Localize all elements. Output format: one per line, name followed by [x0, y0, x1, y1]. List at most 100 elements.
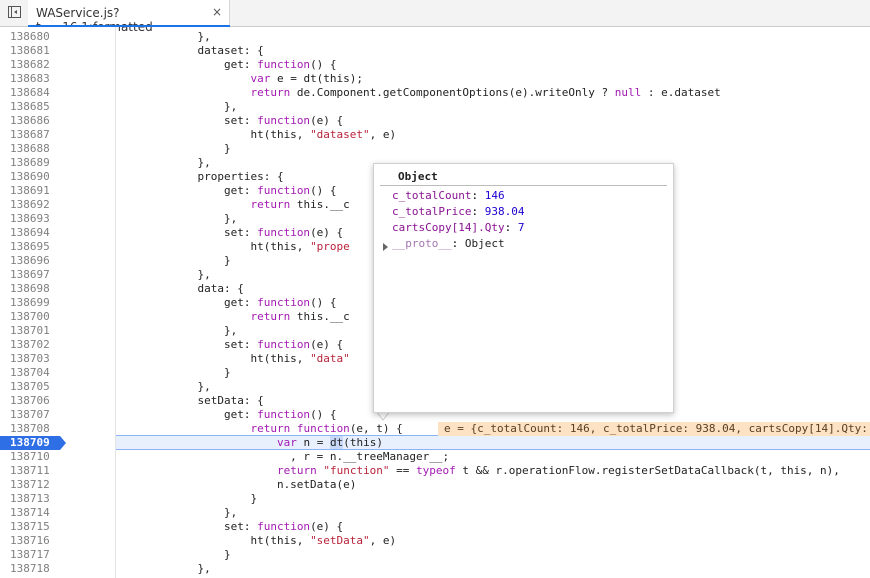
line-number[interactable]: 138692 — [10, 198, 50, 212]
line-number[interactable]: 138681 — [10, 44, 50, 58]
popover-divider — [380, 185, 667, 186]
line-number[interactable]: 138696 — [10, 254, 50, 268]
line-number[interactable]: 138691 — [10, 184, 50, 198]
inline-variable-value: e = {c_totalCount: 146, c_totalPrice: 93… — [438, 422, 870, 436]
code-line: set: function(e) { — [118, 226, 344, 239]
toggle-navigator-icon[interactable] — [8, 6, 21, 18]
property-key: cartsCopy[14].Qty — [392, 221, 505, 234]
line-number[interactable]: 138712 — [10, 478, 50, 492]
line-number[interactable]: 138697 — [10, 268, 50, 282]
code-line: return "function" == typeof t && r.opera… — [276, 464, 840, 477]
code-line: ht(this, "prope — [118, 240, 350, 253]
line-number[interactable]: 138690 — [10, 170, 50, 184]
line-number[interactable]: 138703 — [10, 352, 50, 366]
code-line: } — [118, 548, 231, 561]
line-number[interactable]: 138701 — [10, 324, 50, 338]
code-line: data: { — [118, 282, 244, 295]
line-number[interactable]: 138688 — [10, 142, 50, 156]
property-value: 7 — [517, 221, 525, 234]
object-preview-popover: Object c_totalCount: 146 c_totalPrice: 9… — [373, 163, 674, 413]
line-number[interactable]: 138713 — [10, 492, 50, 506]
code-line: var e = dt(this); — [250, 72, 364, 85]
line-number[interactable]: 138717 — [10, 548, 50, 562]
code-line: }, — [118, 380, 211, 393]
line-number[interactable]: 138682 — [10, 58, 50, 72]
property-key: c_totalPrice — [392, 205, 472, 218]
proto-value: Object — [464, 237, 505, 250]
code-line: } — [118, 254, 231, 267]
property-key: c_totalCount — [392, 189, 472, 202]
code-line: set: function(e) { — [118, 338, 344, 351]
line-number[interactable]: 138680 — [10, 30, 50, 44]
code-line: return this.__c — [250, 198, 350, 211]
line-number[interactable]: 138700 — [10, 310, 50, 324]
code-line: }, — [118, 562, 211, 575]
code-line: dataset: { — [118, 44, 264, 57]
code-line: var n = dt(this) — [276, 436, 383, 449]
code-line: } — [118, 492, 258, 505]
code-line: return this.__c — [250, 310, 350, 323]
close-tab-icon[interactable]: × — [212, 5, 222, 19]
code-line: get: function() { — [118, 296, 337, 309]
active-line-number[interactable]: 138709 — [0, 436, 66, 450]
property-row[interactable]: c_totalCount: 146 — [392, 189, 505, 203]
line-number[interactable]: 138715 — [10, 520, 50, 534]
line-number[interactable]: 138687 — [10, 128, 50, 142]
line-number[interactable]: 138683 — [10, 72, 50, 86]
proto-row[interactable]: __proto__: Object — [392, 237, 505, 251]
code-line: }, — [118, 30, 211, 43]
line-number[interactable]: 138684 — [10, 86, 50, 100]
code-line: n.setData(e) — [118, 478, 357, 491]
code-line: properties: { — [118, 170, 284, 183]
code-line: }, — [118, 156, 211, 169]
line-number[interactable]: 138694 — [10, 226, 50, 240]
line-number[interactable]: 138718 — [10, 562, 50, 576]
code-line: return de.Component.getComponentOptions(… — [250, 86, 721, 99]
code-line: } — [118, 142, 231, 155]
line-number[interactable]: 138686 — [10, 114, 50, 128]
line-number[interactable]: 138698 — [10, 282, 50, 296]
line-number[interactable]: 138714 — [10, 506, 50, 520]
line-number[interactable]: 138685 — [10, 100, 50, 114]
line-number-gutter[interactable]: 138680 138681 138682 138683 138684 138685 1386… — [0, 27, 116, 578]
line-number[interactable]: 138704 — [10, 366, 50, 380]
property-row[interactable]: c_totalPrice: 938.04 — [392, 205, 524, 219]
property-value: 938.04 — [484, 205, 525, 218]
code-line: get: function() { — [118, 408, 337, 421]
line-number[interactable]: 138699 — [10, 296, 50, 310]
code-line: }, — [118, 506, 238, 519]
code-line: }, — [118, 212, 238, 225]
code-line: }, — [118, 268, 211, 281]
code-line: ht(this, "setData", e) — [118, 534, 397, 547]
popover-title: Object — [398, 170, 438, 183]
code-line: } — [118, 366, 231, 379]
code-line: setData: { — [118, 394, 264, 407]
property-row[interactable]: cartsCopy[14].Qty: 7 — [392, 221, 524, 235]
code-line: ht(this, "dataset", e) — [118, 128, 397, 141]
code-line: ht(this, "data" — [118, 352, 350, 365]
line-number[interactable]: 138689 — [10, 156, 50, 170]
code-line: }, — [118, 100, 238, 113]
line-number[interactable]: 138708 — [10, 422, 50, 436]
code-line: get: function() { — [118, 58, 337, 71]
line-number[interactable]: 138705 — [10, 380, 50, 394]
property-value: 146 — [484, 189, 505, 202]
line-number[interactable]: 138711 — [10, 464, 50, 478]
code-line: set: function(e) { — [118, 520, 344, 533]
selected-token: dt — [329, 436, 344, 449]
line-number[interactable]: 138695 — [10, 240, 50, 254]
line-number[interactable]: 138716 — [10, 534, 50, 548]
code-line: , r = n.__treeManager__; — [118, 450, 450, 463]
code-line: get: function() { — [118, 184, 337, 197]
proto-key: __proto__ — [392, 237, 452, 250]
line-number[interactable]: 138693 — [10, 212, 50, 226]
code-line: }, — [118, 324, 238, 337]
line-number[interactable]: 138706 — [10, 394, 50, 408]
line-number[interactable]: 138702 — [10, 338, 50, 352]
line-number[interactable]: 138707 — [10, 408, 50, 422]
editor-tab-bar: WAService.js?t=...16.1:formatted × — [0, 0, 870, 34]
expand-triangle-icon[interactable] — [383, 243, 388, 251]
code-line: return function(e, t) { — [250, 422, 403, 435]
file-tab[interactable]: WAService.js?t=...16.1:formatted × — [28, 0, 230, 34]
line-number[interactable]: 138710 — [10, 450, 50, 464]
